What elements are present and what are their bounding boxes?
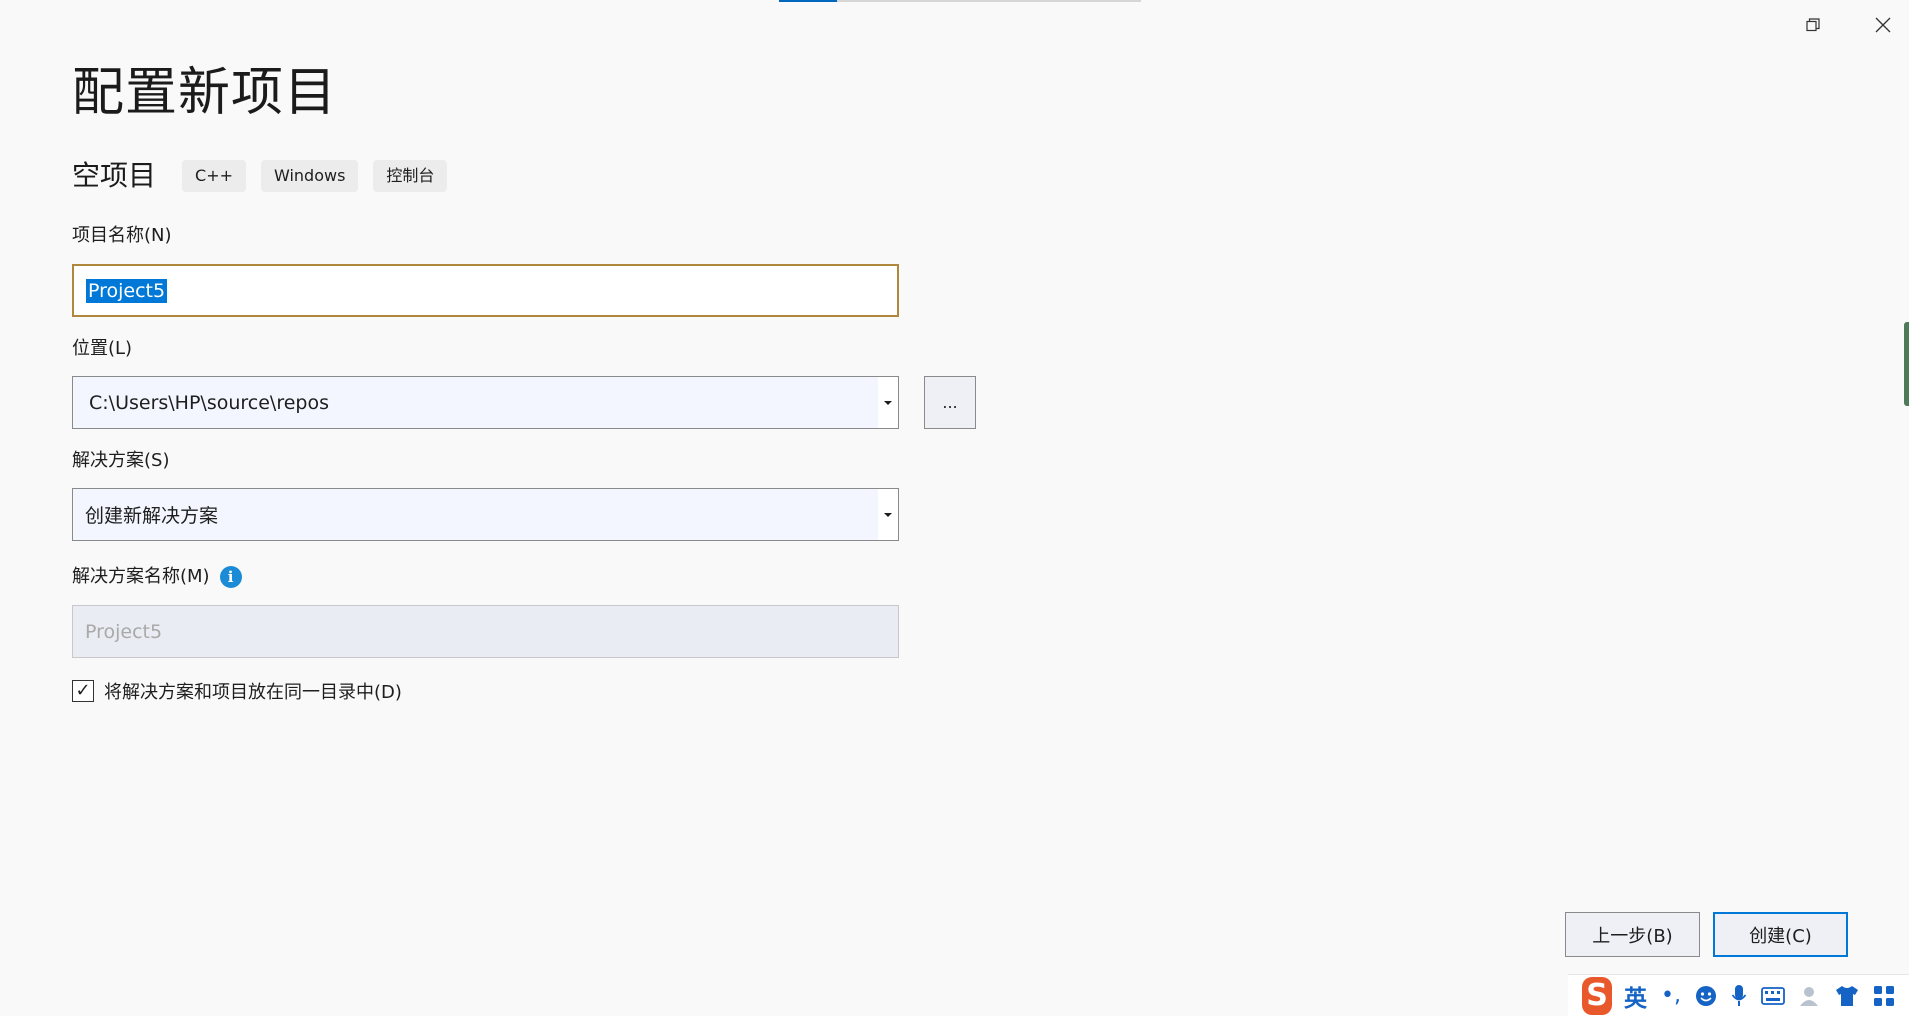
location-dropdown-button[interactable] bbox=[878, 377, 898, 428]
ime-logo[interactable]: S bbox=[1582, 976, 1613, 1015]
template-summary: 空项目 C++ Windows 控制台 bbox=[72, 156, 462, 196]
solution-name-label-row: 解决方案名称(M) i bbox=[72, 565, 242, 589]
project-name-input[interactable]: Project5 bbox=[72, 264, 899, 317]
back-button[interactable]: 上一步(B) bbox=[1565, 912, 1700, 957]
same-directory-label: 将解决方案和项目放在同一目录中(D) bbox=[104, 682, 402, 703]
restore-icon bbox=[1806, 18, 1820, 32]
same-directory-checkbox[interactable]: ✓ bbox=[72, 680, 94, 702]
user-icon[interactable] bbox=[1799, 981, 1821, 1011]
same-directory-option[interactable]: ✓ 将解决方案和项目放在同一目录中(D) bbox=[72, 678, 402, 704]
edge-scroll-handle[interactable] bbox=[1904, 322, 1909, 406]
solution-name-input: Project5 bbox=[72, 605, 899, 658]
solution-value: 创建新解决方案 bbox=[85, 505, 219, 527]
tag-project-type: 控制台 bbox=[373, 160, 448, 192]
skin-icon[interactable] bbox=[1835, 981, 1859, 1011]
tag-language: C++ bbox=[182, 160, 246, 192]
create-button[interactable]: 创建(C) bbox=[1713, 912, 1848, 957]
browse-button[interactable]: ... bbox=[924, 376, 976, 429]
wizard-progress-track bbox=[779, 0, 1141, 2]
configure-project-window: 配置新项目 空项目 C++ Windows 控制台 项目名称(N) Projec… bbox=[0, 0, 1909, 1016]
project-name-value: Project5 bbox=[86, 278, 168, 303]
ime-language-toggle[interactable]: 英 bbox=[1624, 981, 1647, 1012]
ime-punctuation-toggle[interactable]: •, bbox=[1661, 981, 1681, 1011]
wizard-progress-fill bbox=[779, 0, 837, 2]
solution-combobox[interactable]: 创建新解决方案 bbox=[72, 488, 899, 541]
keyboard-icon[interactable] bbox=[1761, 981, 1785, 1011]
close-icon bbox=[1875, 17, 1891, 33]
solution-label: 解决方案(S) bbox=[72, 450, 170, 471]
location-label: 位置(L) bbox=[72, 338, 133, 359]
chevron-down-icon bbox=[884, 400, 892, 405]
project-name-label: 项目名称(N) bbox=[72, 225, 172, 246]
solution-name-label: 解决方案名称(M) bbox=[72, 566, 210, 587]
ime-toolbar: S 英 •, bbox=[1568, 974, 1909, 1016]
info-icon[interactable]: i bbox=[219, 566, 242, 588]
solution-dropdown-button[interactable] bbox=[878, 489, 898, 540]
grid-icon[interactable] bbox=[1873, 981, 1895, 1011]
solution-name-value: Project5 bbox=[85, 620, 163, 643]
tag-platform: Windows bbox=[261, 160, 359, 192]
page-title: 配置新项目 bbox=[72, 63, 338, 123]
location-combobox[interactable]: C:\Users\HP\source\repos bbox=[72, 376, 899, 429]
template-name: 空项目 bbox=[72, 159, 157, 192]
microphone-icon[interactable] bbox=[1731, 981, 1747, 1011]
restore-button[interactable] bbox=[1798, 10, 1828, 40]
emoji-icon[interactable] bbox=[1695, 981, 1717, 1011]
close-button[interactable] bbox=[1868, 10, 1898, 40]
location-value: C:\Users\HP\source\repos bbox=[89, 391, 329, 414]
chevron-down-icon bbox=[884, 512, 892, 517]
